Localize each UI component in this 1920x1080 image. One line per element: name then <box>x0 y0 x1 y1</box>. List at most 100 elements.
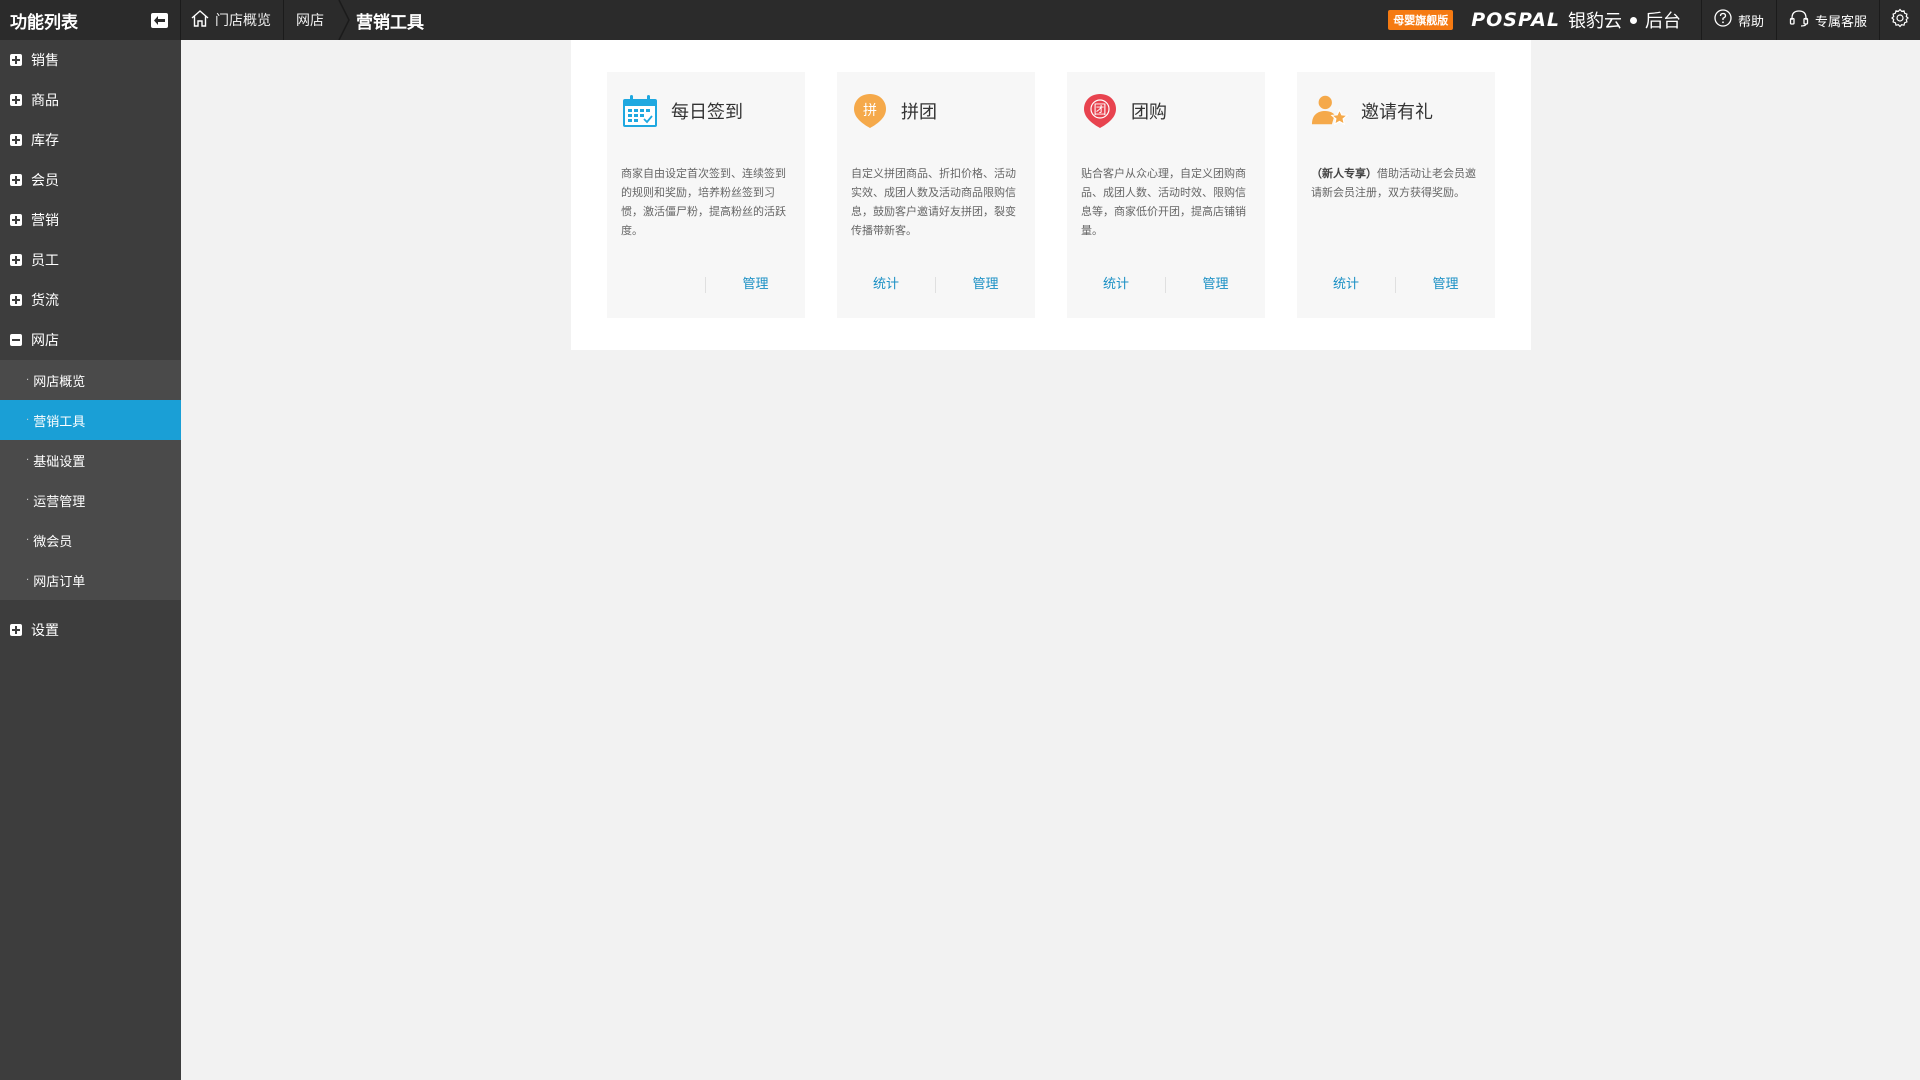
expand-plus-icon <box>10 94 22 106</box>
sidebar-subitem-label: 基础设置 <box>33 454 86 470</box>
card-description: （新人专享）借助活动让老会员邀请新会员注册，双方获得奖励。 <box>1311 164 1483 202</box>
logo-cn: 银豹云 <box>1567 11 1622 32</box>
group-buy-icon: 团 <box>1081 92 1119 130</box>
sidebar-title: 功能列表 <box>10 12 78 33</box>
sidebar-item-staff[interactable]: 员工 <box>0 240 181 280</box>
sidebar-subitem-label: 网店订单 <box>33 574 86 590</box>
card-title: 邀请有礼 <box>1361 102 1433 123</box>
logo-en: POSPAL <box>1471 9 1560 31</box>
card-description: 商家自由设定首次签到、连续签到的规则和奖励，培养粉丝签到习惯，激活僵尸粉，提高粉… <box>621 167 786 237</box>
collapse-sidebar-icon[interactable] <box>151 12 168 28</box>
sidebar-subitem-operations[interactable]: · 运营管理 <box>0 480 181 520</box>
online-shop-submenu: · 网店概览 · 营销工具 · 基础设置 · 运营管理 · 微会员 · 网店订单 <box>0 360 181 600</box>
card-title: 拼团 <box>901 102 937 123</box>
sidebar-subitem-label: 营销工具 <box>33 414 86 430</box>
sidebar-subitem-basic-settings[interactable]: · 基础设置 <box>0 440 181 480</box>
card-manage-link[interactable]: 管理 <box>936 277 1035 293</box>
sidebar-subitem-marketing-tools[interactable]: · 营销工具 <box>0 400 181 440</box>
card-actions: 统计 管理 <box>1297 277 1495 293</box>
sidebar-item-logistics[interactable]: 货流 <box>0 280 181 320</box>
bullet-icon: · <box>26 374 30 386</box>
bullet-icon: · <box>26 494 30 506</box>
sidebar-subitem-label: 网店概览 <box>33 374 86 390</box>
help-icon <box>1714 9 1732 31</box>
home-icon <box>191 9 209 31</box>
breadcrumb-home-label: 门店概览 <box>215 13 271 29</box>
help-button[interactable]: 帮助 <box>1700 0 1776 40</box>
calendar-icon <box>621 92 659 130</box>
card-stats-link[interactable]: 统计 <box>837 277 936 293</box>
expand-plus-icon <box>10 624 22 636</box>
logo-dot-icon <box>1629 16 1637 24</box>
expand-plus-icon <box>10 134 22 146</box>
breadcrumb: 门店概览 网店 营销工具 <box>181 0 436 41</box>
card-title: 团购 <box>1131 102 1167 123</box>
card-header: 每日签到 <box>621 92 743 130</box>
card-invite-reward: 邀请有礼 （新人专享）借助活动让老会员邀请新会员注册，双方获得奖励。 统计 管理 <box>1297 72 1495 318</box>
headset-icon <box>1789 9 1809 31</box>
support-label: 专属客服 <box>1814 14 1867 30</box>
top-bar: 功能列表 门店概览 网店 营销工具 母婴旗舰版 POSPAL 银豹云 后台 帮助… <box>0 0 1920 41</box>
logo-suffix: 后台 <box>1644 11 1681 32</box>
collapse-minus-icon <box>10 334 22 346</box>
card-description-highlight: （新人专享） <box>1311 167 1377 180</box>
sidebar-item-label: 设置 <box>31 623 59 639</box>
card-manage-link[interactable]: 管理 <box>706 277 805 293</box>
card-actions: 统计 管理 <box>1067 277 1265 293</box>
pin-icon-glyph: 拼 <box>863 103 877 119</box>
bullet-icon: · <box>26 574 30 586</box>
card-actions: 统计 管理 <box>837 277 1035 293</box>
pospal-logo: POSPAL 银豹云 后台 <box>1471 7 1681 33</box>
breadcrumb-separator-icon <box>338 0 350 41</box>
page-title: 营销工具 <box>356 12 424 33</box>
sidebar-item-online-shop[interactable]: 网店 <box>0 320 181 360</box>
expand-plus-icon <box>10 254 22 266</box>
card-actions: 管理 <box>607 277 805 293</box>
sidebar-item-label: 营销 <box>31 213 59 229</box>
edition-badge: 母婴旗舰版 <box>1388 10 1454 30</box>
sidebar-item-label: 销售 <box>31 53 59 69</box>
card-stats-link[interactable] <box>607 277 706 293</box>
sidebar: 销售 商品 库存 会员 营销 员工 货流 网店 · 网店概览 · 营销工具 · … <box>0 40 181 1080</box>
sidebar-item-marketing[interactable]: 营销 <box>0 200 181 240</box>
sidebar-item-sales[interactable]: 销售 <box>0 40 181 80</box>
sidebar-subitem-shop-orders[interactable]: · 网店订单 <box>0 560 181 600</box>
bullet-icon: · <box>26 454 30 466</box>
sidebar-header: 功能列表 <box>0 0 181 40</box>
breadcrumb-home[interactable]: 门店概览 <box>181 0 284 40</box>
card-manage-link[interactable]: 管理 <box>1166 277 1265 293</box>
invite-icon <box>1311 92 1349 130</box>
sidebar-item-members[interactable]: 会员 <box>0 160 181 200</box>
card-stats-link[interactable]: 统计 <box>1067 277 1166 293</box>
card-header: 团 团购 <box>1081 92 1167 130</box>
card-header: 邀请有礼 <box>1311 92 1433 130</box>
group-buy-icon-glyph: 团 <box>1093 103 1106 118</box>
sidebar-subitem-micro-member[interactable]: · 微会员 <box>0 520 181 560</box>
sidebar-item-settings[interactable]: 设置 <box>0 610 181 650</box>
card-stats-link[interactable]: 统计 <box>1297 277 1396 293</box>
sidebar-item-label: 网店 <box>31 333 59 349</box>
settings-button[interactable] <box>1879 0 1920 40</box>
card-title: 每日签到 <box>671 102 743 123</box>
card-daily-checkin: 每日签到 商家自由设定首次签到、连续签到的规则和奖励，培养粉丝签到习惯，激活僵尸… <box>607 72 805 318</box>
card-manage-link[interactable]: 管理 <box>1396 277 1495 293</box>
breadcrumb-section[interactable]: 网店 <box>284 0 338 40</box>
card-group-buy: 团 团购 贴合客户从众心理，自定义团购商品、成团人数、活动时效、限购信息等，商家… <box>1067 72 1265 318</box>
sidebar-subitem-shop-overview[interactable]: · 网店概览 <box>0 360 181 400</box>
topbar-right: 母婴旗舰版 POSPAL 银豹云 后台 帮助 专属客服 <box>1388 0 1920 40</box>
expand-plus-icon <box>10 174 22 186</box>
marketing-tools-panel: 每日签到 商家自由设定首次签到、连续签到的规则和奖励，培养粉丝签到习惯，激活僵尸… <box>571 40 1531 350</box>
sidebar-item-inventory[interactable]: 库存 <box>0 120 181 160</box>
sidebar-item-label: 库存 <box>31 133 59 149</box>
sidebar-item-label: 商品 <box>31 93 59 109</box>
sidebar-item-label: 货流 <box>31 293 59 309</box>
card-header: 拼 拼团 <box>851 92 937 130</box>
card-group-deal: 拼 拼团 自定义拼团商品、折扣价格、活动实效、成团人数及活动商品限购信息，鼓励客… <box>837 72 1035 318</box>
sidebar-item-products[interactable]: 商品 <box>0 80 181 120</box>
support-button[interactable]: 专属客服 <box>1775 0 1879 40</box>
sidebar-subitem-label: 微会员 <box>33 534 73 550</box>
help-label: 帮助 <box>1737 14 1764 30</box>
sidebar-item-label: 会员 <box>31 173 59 189</box>
sidebar-subitem-label: 运营管理 <box>33 494 86 510</box>
gear-icon <box>1890 8 1910 32</box>
